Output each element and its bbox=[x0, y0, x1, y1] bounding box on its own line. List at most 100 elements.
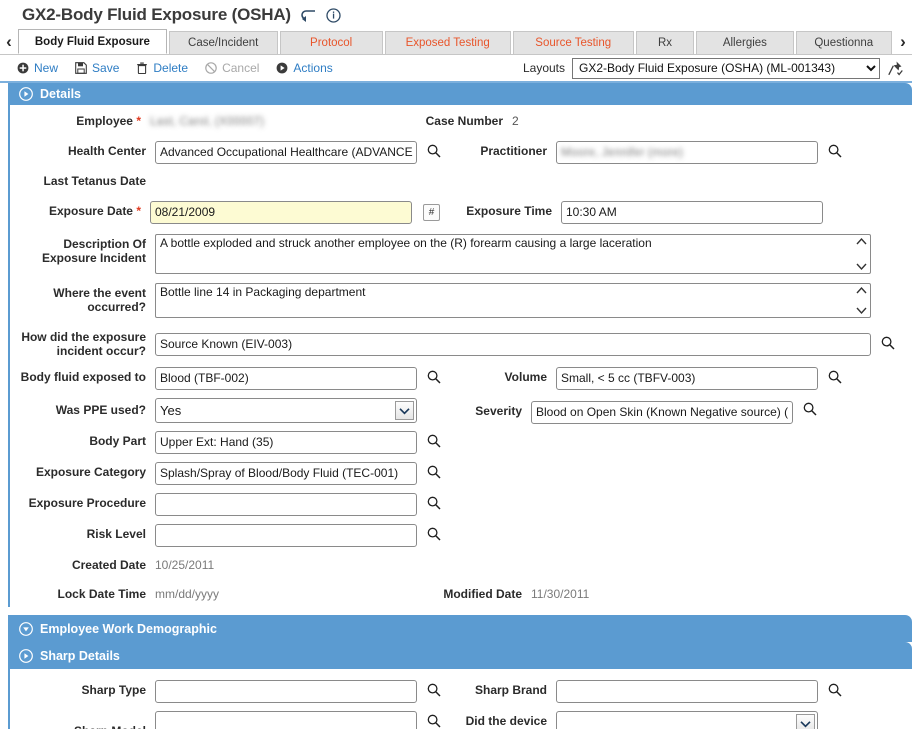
save-button[interactable]: Save bbox=[74, 61, 119, 75]
tab-case-incident[interactable]: Case/Incident bbox=[168, 31, 278, 54]
tab-questionnaire[interactable]: Questionna bbox=[795, 31, 892, 54]
risk-level-search-icon[interactable] bbox=[426, 524, 442, 541]
delete-button-label: Delete bbox=[153, 61, 189, 75]
page-title: GX2-Body Fluid Exposure (OSHA) bbox=[22, 5, 291, 24]
where-occurred-textarea[interactable]: Bottle line 14 in Packaging department bbox=[155, 283, 871, 318]
tab-protocol[interactable]: Protocol bbox=[279, 31, 383, 54]
ppe-value: Yes bbox=[160, 403, 182, 418]
details-form: Employee * Last, Carol, (X00007) Case Nu… bbox=[8, 105, 912, 607]
created-date-label: Created Date bbox=[71, 558, 146, 572]
description-textarea[interactable]: A bottle exploded and struck another emp… bbox=[155, 234, 871, 274]
where-occurred-scroll-arrows[interactable] bbox=[854, 284, 869, 317]
device-protection-select[interactable] bbox=[556, 711, 818, 729]
sharp-type-input[interactable] bbox=[155, 680, 417, 703]
collapse-icon[interactable] bbox=[19, 621, 33, 636]
row-body-part: Body Part Upper Ext: Hand (35) bbox=[10, 431, 912, 454]
volume-search-icon[interactable] bbox=[827, 367, 843, 384]
row-health-center: Health Center Advanced Occupational Heal… bbox=[10, 141, 912, 164]
cancel-button-label: Cancel bbox=[222, 61, 260, 75]
description-scroll-arrows[interactable] bbox=[854, 235, 869, 273]
health-center-search-icon[interactable] bbox=[426, 141, 442, 158]
body-fluid-search-icon[interactable] bbox=[426, 367, 442, 384]
section-header-employee-work-demographic[interactable]: Employee Work Demographic bbox=[8, 615, 912, 642]
actions-button[interactable]: Actions bbox=[275, 61, 333, 75]
sharp-model-search-icon[interactable] bbox=[426, 711, 442, 728]
return-arrow-icon[interactable] bbox=[300, 8, 317, 23]
row-body-fluid: Body fluid exposed to Blood (TBF-002) Vo… bbox=[10, 367, 912, 390]
case-number-label: Case Number bbox=[425, 114, 503, 128]
field-sharp-brand: Sharp Brand bbox=[461, 680, 843, 703]
body-part-label: Body Part bbox=[89, 434, 146, 448]
row-last-tetanus: Last Tetanus Date bbox=[10, 171, 912, 194]
how-occurred-input[interactable]: Source Known (EIV-003) bbox=[155, 333, 871, 356]
ppe-select[interactable]: Yes bbox=[155, 398, 417, 423]
practitioner-input[interactable]: Moore, Jennifer (more) bbox=[556, 141, 818, 164]
row-ppe: Was PPE used? Yes Severity Blood on Open… bbox=[10, 398, 912, 424]
exposure-category-search-icon[interactable] bbox=[426, 462, 442, 479]
exposure-time-input[interactable]: 10:30 AM bbox=[561, 201, 823, 224]
new-button[interactable]: New bbox=[16, 61, 58, 75]
exposure-procedure-input[interactable] bbox=[155, 493, 417, 516]
health-center-label: Health Center bbox=[67, 144, 146, 158]
field-where-occurred: Where the event occurred? Bottle line 14… bbox=[10, 283, 912, 318]
sharp-type-search-icon[interactable] bbox=[426, 680, 442, 697]
risk-level-label: Risk Level bbox=[86, 527, 146, 541]
actions-button-label: Actions bbox=[293, 61, 333, 75]
tabs-prev-arrow-icon[interactable]: ‹ bbox=[0, 29, 18, 54]
sharp-brand-search-icon[interactable] bbox=[827, 680, 843, 697]
calendar-picker-icon[interactable]: # bbox=[423, 204, 440, 221]
sharp-brand-input[interactable] bbox=[556, 680, 818, 703]
severity-search-icon[interactable] bbox=[802, 398, 818, 416]
body-fluid-input[interactable]: Blood (TBF-002) bbox=[155, 367, 417, 390]
body-part-search-icon[interactable] bbox=[426, 431, 442, 448]
expand-collapse-icon[interactable] bbox=[19, 87, 33, 101]
device-protection-label: Did the device have engineered sharps pr… bbox=[465, 714, 547, 729]
body-part-input[interactable]: Upper Ext: Hand (35) bbox=[155, 431, 417, 454]
volume-input[interactable]: Small, < 5 cc (TBFV-003) bbox=[556, 367, 818, 390]
tab-body-fluid-exposure[interactable]: Body Fluid Exposure bbox=[18, 29, 167, 54]
section-header-details[interactable]: Details bbox=[8, 83, 912, 105]
section-title-details: Details bbox=[40, 87, 81, 101]
practitioner-search-icon[interactable] bbox=[827, 141, 843, 158]
field-severity: Severity Blood on Open Skin (Known Negat… bbox=[436, 398, 818, 424]
where-occurred-value: Bottle line 14 in Packaging department bbox=[160, 285, 366, 299]
tab-exposed-testing[interactable]: Exposed Testing bbox=[384, 31, 511, 54]
tab-source-testing[interactable]: Source Testing bbox=[512, 31, 634, 54]
exposure-category-input[interactable]: Splash/Spray of Blood/Body Fluid (TEC-00… bbox=[155, 462, 417, 485]
exposure-procedure-label: Exposure Procedure bbox=[28, 496, 146, 510]
how-occurred-label: How did the exposure incident occur? bbox=[21, 330, 146, 358]
tab-rx[interactable]: Rx bbox=[635, 31, 695, 54]
row-lock-date: Lock Date Time mm/dd/yyyy Modified Date … bbox=[10, 584, 912, 607]
expand-icon[interactable] bbox=[19, 648, 33, 663]
info-circle-icon[interactable] bbox=[326, 7, 341, 23]
tab-allergies[interactable]: Allergies bbox=[696, 31, 794, 54]
row-how-occurred: How did the exposure incident occur? Sou… bbox=[10, 327, 912, 358]
field-practitioner: Practitioner Moore, Jennifer (more) bbox=[461, 141, 843, 164]
exposure-date-input[interactable]: 08/21/2009 bbox=[150, 201, 412, 224]
play-circle-icon bbox=[275, 62, 288, 75]
severity-input[interactable]: Blood on Open Skin (Known Negative sourc… bbox=[531, 401, 793, 424]
pushpin-check-icon[interactable] bbox=[887, 60, 904, 77]
layouts-select[interactable]: GX2-Body Fluid Exposure (OSHA) (ML-00134… bbox=[572, 57, 880, 79]
sharp-model-input[interactable] bbox=[155, 711, 417, 729]
field-exposure-date: Exposure Date * 08/21/2009 # bbox=[10, 201, 440, 224]
how-occurred-search-icon[interactable] bbox=[880, 327, 896, 350]
row-exposure-category: Exposure Category Splash/Spray of Blood/… bbox=[10, 462, 912, 485]
risk-level-input[interactable] bbox=[155, 524, 417, 547]
field-health-center: Health Center Advanced Occupational Heal… bbox=[10, 141, 442, 164]
section-title-employee-work-demographic: Employee Work Demographic bbox=[40, 621, 217, 636]
practitioner-label: Practitioner bbox=[480, 144, 547, 158]
field-created-date: Created Date 10/25/2011 bbox=[10, 555, 214, 572]
chevron-down-icon[interactable] bbox=[395, 401, 414, 420]
chevron-down-icon[interactable] bbox=[796, 714, 815, 729]
delete-button[interactable]: Delete bbox=[135, 61, 188, 75]
exposure-procedure-search-icon[interactable] bbox=[426, 493, 442, 510]
cancel-button[interactable]: Cancel bbox=[204, 61, 259, 75]
health-center-input[interactable]: Advanced Occupational Healthcare (ADVANC… bbox=[155, 141, 417, 164]
tabs-next-arrow-icon[interactable]: › bbox=[894, 29, 912, 54]
section-header-sharp-details[interactable]: Sharp Details bbox=[8, 642, 912, 669]
exposure-category-label: Exposure Category bbox=[35, 465, 146, 479]
required-marker: * bbox=[136, 204, 141, 218]
ppe-label: Was PPE used? bbox=[55, 403, 146, 417]
cancel-circle-icon bbox=[204, 62, 217, 75]
